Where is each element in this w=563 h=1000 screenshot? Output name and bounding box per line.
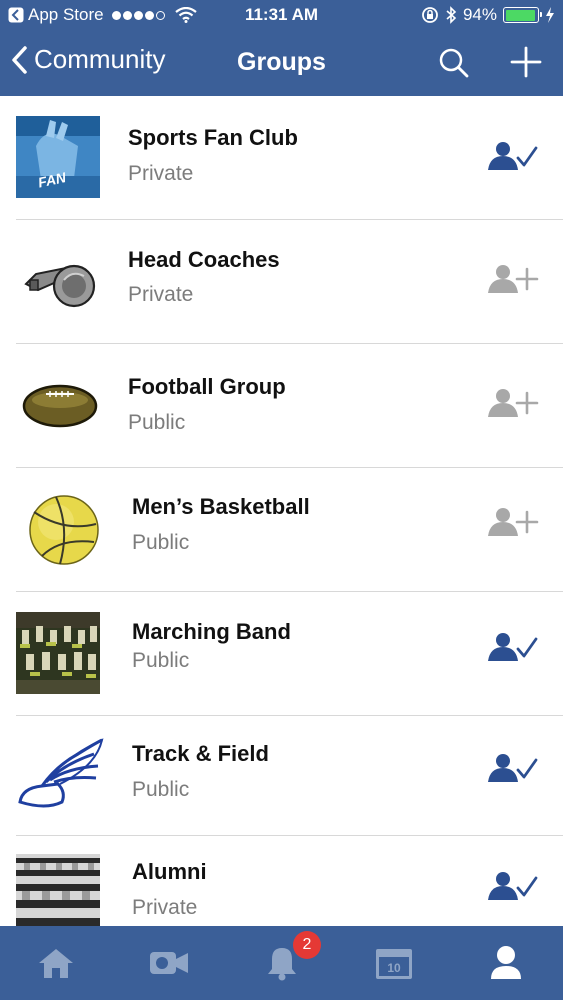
- group-row[interactable]: Football Group Public: [0, 344, 563, 468]
- basketball-icon: [20, 488, 104, 570]
- sports-fan-club-thumbnail: FAN: [16, 116, 100, 198]
- group-row[interactable]: FAN Sports Fan Club Private: [0, 96, 563, 220]
- add-member-icon[interactable]: [486, 387, 542, 427]
- add-member-icon[interactable]: [486, 263, 542, 303]
- charging-icon: [546, 7, 554, 23]
- alumni-stadium-thumbnail: [16, 854, 100, 926]
- video-camera-icon: [150, 952, 188, 974]
- rotation-lock-icon: [422, 7, 438, 23]
- group-row[interactable]: Men’s Basketball Public: [0, 468, 563, 592]
- tab-bar: 10: [0, 926, 563, 1000]
- calendar-day-text: 10: [387, 961, 401, 975]
- whistle-icon: [16, 240, 100, 322]
- football-icon: [16, 364, 100, 446]
- add-group-button[interactable]: [508, 44, 544, 80]
- group-name: Football Group: [128, 374, 286, 399]
- joined-icon[interactable]: [486, 140, 542, 180]
- group-name: Men’s Basketball: [132, 494, 310, 519]
- home-icon: [39, 949, 73, 978]
- back-button-label: Community: [34, 44, 166, 74]
- tab-home[interactable]: [16, 926, 96, 1000]
- marching-band-thumbnail: [16, 612, 100, 694]
- group-privacy: Public: [132, 649, 190, 672]
- nav-bar: Community Groups: [0, 30, 563, 96]
- group-name: Track & Field: [132, 741, 269, 766]
- group-name: Sports Fan Club: [128, 125, 298, 150]
- header: App Store 11:31 AM 94% Community Groups: [0, 0, 563, 96]
- group-name: Alumni: [132, 859, 207, 884]
- tab-video[interactable]: [129, 926, 209, 1000]
- battery-icon: [503, 7, 542, 23]
- joined-icon[interactable]: [486, 752, 542, 792]
- group-list: FAN Sports Fan Club Private Head Coaches…: [0, 96, 563, 926]
- group-name: Head Coaches: [128, 247, 280, 272]
- group-privacy: Private: [128, 283, 194, 306]
- calendar-icon: 10: [376, 949, 412, 979]
- group-privacy: Public: [132, 531, 190, 554]
- group-privacy: Public: [128, 411, 186, 434]
- group-privacy: Private: [128, 162, 194, 185]
- search-icon[interactable]: [436, 46, 472, 80]
- group-name: Marching Band: [132, 619, 291, 644]
- person-icon: [491, 946, 521, 979]
- battery-percent: 94%: [462, 5, 497, 24]
- group-row[interactable]: Alumni Private: [0, 836, 563, 926]
- status-right: 94%: [421, 5, 555, 25]
- group-privacy: Private: [132, 896, 198, 919]
- tab-profile[interactable]: [466, 926, 546, 1000]
- group-row[interactable]: Head Coaches Private: [0, 220, 563, 344]
- status-bar: App Store 11:31 AM 94%: [0, 0, 563, 30]
- joined-icon[interactable]: [486, 631, 542, 671]
- chevron-left-icon: [12, 45, 27, 74]
- tab-calendar[interactable]: 10: [354, 926, 434, 1000]
- notification-badge: 2: [293, 931, 321, 959]
- joined-icon[interactable]: [486, 870, 542, 910]
- bluetooth-icon: [446, 6, 457, 24]
- winged-shoe-icon: [16, 736, 106, 816]
- group-row[interactable]: Track & Field Public: [0, 716, 563, 836]
- add-member-icon[interactable]: [486, 506, 542, 546]
- group-row[interactable]: Marching Band Public: [0, 592, 563, 716]
- group-privacy: Public: [132, 778, 190, 801]
- back-button[interactable]: Community: [10, 44, 165, 75]
